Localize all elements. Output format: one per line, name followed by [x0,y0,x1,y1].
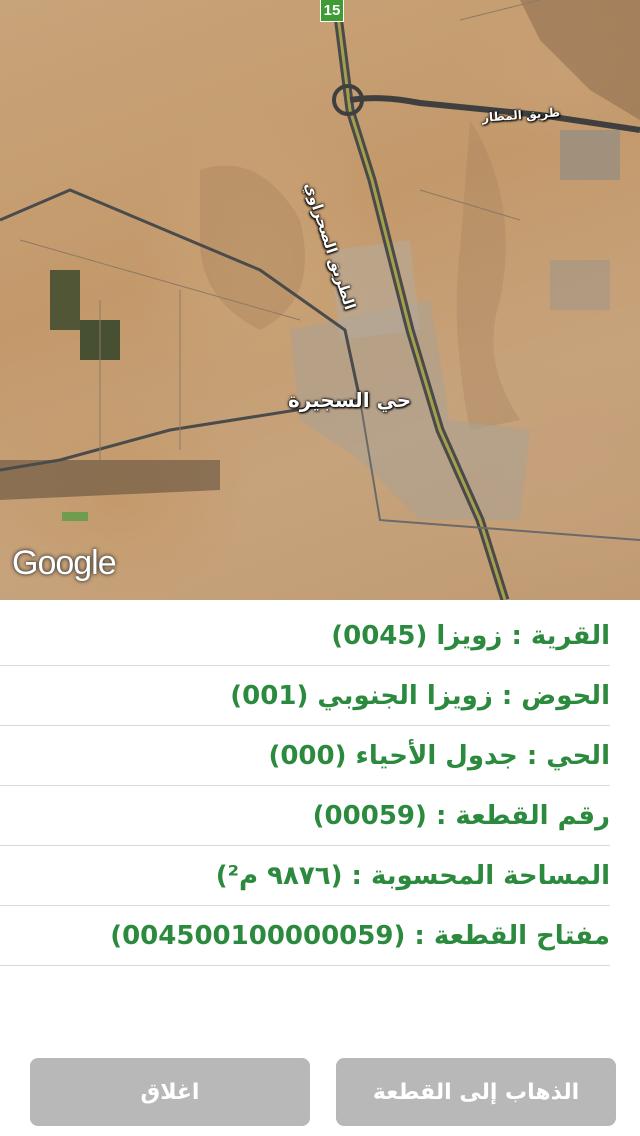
info-parcel-number: رقم القطعة : (00059) [312,800,610,831]
info-parcel-key: مفتاح القطعة : (004500100000059) [110,920,610,951]
info-row-parcel-number: رقم القطعة : (00059) [0,786,610,846]
google-logo: Google [12,544,117,582]
parcel-info-list: القرية : زويزا (0045) الحوض : زويزا الجن… [0,606,610,966]
close-button[interactable]: اغلاق [30,1058,310,1126]
satellite-map[interactable]: 15 حي السجيرة الطريق الصحراوي طريق المطا… [0,0,640,600]
info-row-village: القرية : زويزا (0045) [0,606,610,666]
info-row-area: المساحة المحسوبة : (٩٨٧٦ م²) [0,846,610,906]
info-village: القرية : زويزا (0045) [331,620,610,651]
info-district: الحي : جدول الأحياء (000) [268,740,610,771]
info-area: المساحة المحسوبة : (٩٨٧٦ م²) [215,860,610,891]
route-shield: 15 [320,0,344,22]
info-row-district: الحي : جدول الأحياء (000) [0,726,610,786]
map-label-neighborhood: حي السجيرة [288,388,412,412]
map-features [0,0,640,600]
go-to-parcel-button[interactable]: الذهاب إلى القطعة [336,1058,616,1126]
info-row-parcel-key: مفتاح القطعة : (004500100000059) [0,906,610,966]
info-basin: الحوض : زويزا الجنوبي (001) [230,680,610,711]
info-row-basin: الحوض : زويزا الجنوبي (001) [0,666,610,726]
